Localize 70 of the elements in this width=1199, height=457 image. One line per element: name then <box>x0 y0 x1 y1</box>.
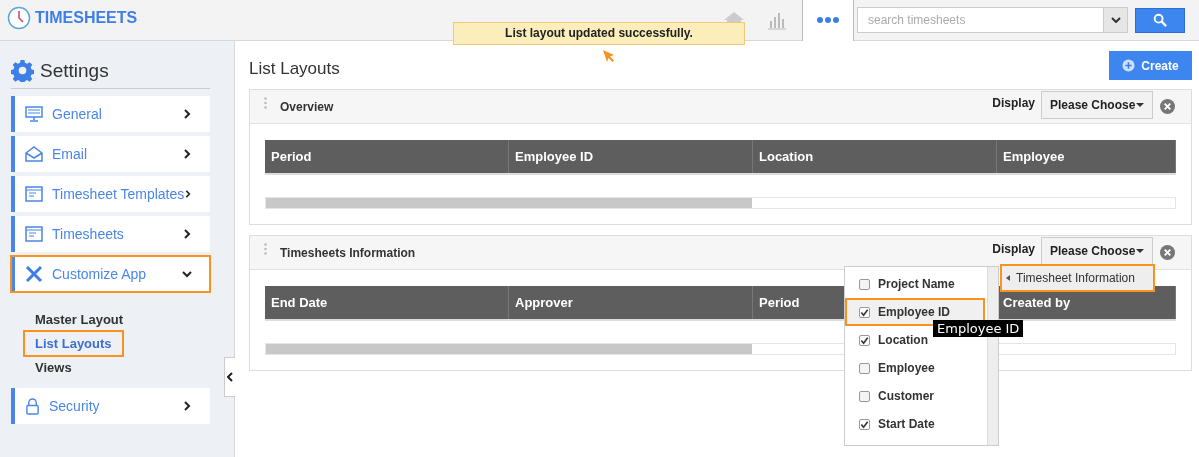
clock-icon <box>7 6 31 30</box>
checkbox[interactable] <box>859 334 870 346</box>
chevron-icon <box>182 109 192 119</box>
chevron-left-icon <box>227 372 233 382</box>
sidebar-title: Settings <box>40 59 109 82</box>
sidebar-item[interactable]: Timesheet Templates <box>11 176 210 212</box>
caret-icon <box>1110 17 1121 23</box>
column-option[interactable]: Location <box>845 326 934 354</box>
page-title: List Layouts <box>249 59 340 79</box>
drag-handle-icon[interactable] <box>264 242 267 255</box>
display-dropdown[interactable]: Please Choose <box>1041 90 1153 119</box>
column-option[interactable]: Employee <box>845 354 941 382</box>
envelope-icon <box>25 146 43 162</box>
display-label: Display <box>992 241 1035 256</box>
toast-message: List layout updated successfully. <box>453 22 745 45</box>
dropdown-button[interactable] <box>1104 7 1128 33</box>
close-icon[interactable] <box>1160 99 1175 114</box>
caret-left-icon <box>1006 275 1010 281</box>
settings-icon <box>11 59 34 82</box>
submenu-link[interactable]: Views <box>25 356 82 379</box>
column-header: End Date <box>265 286 509 319</box>
column-header: Employee <box>997 140 1176 173</box>
search-field[interactable]: search timesheets <box>857 7 1104 33</box>
column-option[interactable]: Customer <box>845 382 940 410</box>
more-icon[interactable] <box>802 0 854 41</box>
checkbox[interactable] <box>859 278 870 290</box>
checkbox[interactable] <box>859 362 870 374</box>
sidebar-item[interactable]: General <box>11 96 210 132</box>
search-icon <box>1152 12 1168 28</box>
layout-option[interactable]: Timesheet Information <box>1000 264 1155 292</box>
submenu-link[interactable]: Master Layout <box>25 308 134 331</box>
chevron-icon <box>182 229 192 239</box>
tooltip: Employee ID <box>933 320 1024 337</box>
create-button[interactable]: Create <box>1109 51 1192 80</box>
app-title[interactable]: TIMESHEETS <box>35 9 138 27</box>
column-option[interactable]: Start Date <box>845 410 941 438</box>
checkbox[interactable] <box>859 418 870 430</box>
monitor-icon <box>25 106 43 122</box>
submenu-link[interactable]: List Layouts <box>25 332 122 355</box>
display-dropdown[interactable]: Please Choose <box>1041 236 1153 265</box>
column-header: Location <box>753 140 997 173</box>
panel-title: Timesheets Information <box>280 245 417 260</box>
horizontal-scrollbar[interactable] <box>265 197 1176 209</box>
window-icon <box>25 226 43 242</box>
checkbox[interactable] <box>859 306 870 318</box>
chevron-icon <box>182 149 192 159</box>
search-button[interactable] <box>1135 7 1185 33</box>
cursor-icon <box>602 49 616 63</box>
window-icon <box>25 186 43 202</box>
tools-icon <box>25 265 43 283</box>
column-header: Employee ID <box>509 140 753 173</box>
column-header: Period <box>265 140 509 173</box>
collapse-button[interactable] <box>224 357 235 397</box>
sidebar-item[interactable]: Customize App <box>11 256 210 292</box>
drag-handle-icon[interactable] <box>264 96 267 109</box>
chevron-icon <box>182 269 192 279</box>
sidebar-item[interactable]: Security <box>11 388 210 424</box>
checkbox[interactable] <box>859 390 870 402</box>
sidebar-item[interactable]: Email <box>11 136 210 172</box>
panel-title: Overview <box>280 99 335 114</box>
plus-circle-icon <box>1122 59 1136 72</box>
display-label: Display <box>992 95 1035 110</box>
chevron-icon <box>182 401 192 411</box>
column-header: Approver <box>509 286 753 319</box>
close-icon[interactable] <box>1160 245 1175 260</box>
lock-icon <box>25 397 40 415</box>
chevron-icon <box>184 189 192 199</box>
sidebar-item[interactable]: Timesheets <box>11 216 210 252</box>
caret-icon <box>1136 102 1144 107</box>
caret-icon <box>1136 248 1144 253</box>
